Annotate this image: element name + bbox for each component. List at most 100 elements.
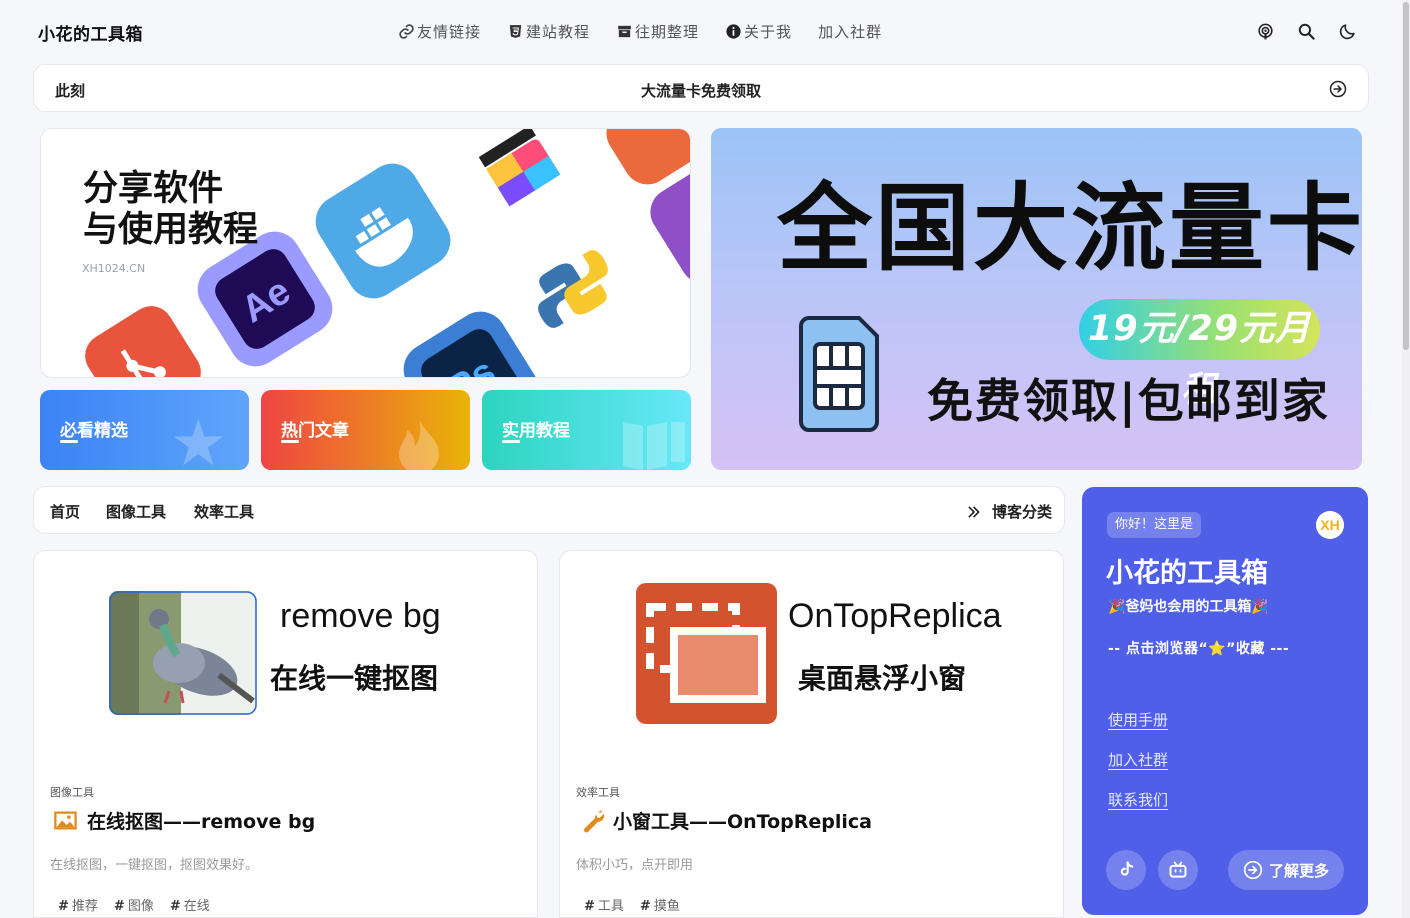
contact-link[interactable]: 联系我们 [1108, 789, 1168, 810]
post-card[interactable]: remove bg 在线一键抠图 图像工具 在线抠图——remove bg 在线… [33, 550, 538, 918]
book-icon [623, 422, 685, 470]
join-group-link[interactable]: 加入社群 [1108, 749, 1168, 770]
category-tabs: 首页 图像工具 效率工具 博客分类 [33, 486, 1065, 534]
wrench-icon [584, 810, 605, 833]
tag-link[interactable]: # 在线 [170, 895, 210, 914]
bilibili-button[interactable] [1158, 850, 1198, 890]
category-underline [60, 440, 78, 443]
nav-label: 建站教程 [526, 23, 591, 41]
nav-label: 往期整理 [635, 23, 700, 41]
manual-link[interactable]: 使用手册 [1108, 709, 1168, 730]
sidebar-title: 小花的工具箱 [1106, 558, 1268, 589]
picture-icon [54, 811, 77, 830]
category-hot-button[interactable]: 热门文章 [261, 390, 470, 470]
post-category[interactable]: 效率工具 [576, 784, 620, 800]
bookmark-hint: -- 点击浏览器“⭐”收藏 --- [1108, 641, 1290, 657]
nav-about[interactable]: 关于我 [725, 21, 792, 42]
tag-link[interactable]: # 图像 [114, 895, 154, 914]
post-tags: # 工具 # 摸鱼 [584, 895, 680, 914]
hero-title: 分享软件 与使用教程 [83, 169, 258, 251]
tag-hash: # [169, 899, 181, 914]
flame-icon [399, 418, 439, 470]
post-title-text: 小窗工具——OnTopReplica [613, 811, 872, 833]
blog-categories-label: 博客分类 [992, 503, 1053, 521]
post-title[interactable]: 在线抠图——remove bg [52, 807, 315, 834]
category-label: 热门文章 [281, 421, 349, 441]
tiktok-icon [1120, 861, 1134, 876]
logo-text: XH [1320, 517, 1339, 533]
sidebar-slogan: 🎉爸妈也会用的工具箱🎉 [1108, 599, 1269, 615]
category-underline [281, 440, 299, 443]
tag-label: 工具 [597, 899, 624, 914]
star-icon: ★ [169, 407, 227, 470]
tag-label: 在线 [183, 899, 210, 914]
banner-price: 19元/29元月租 [1079, 299, 1320, 410]
announcement-text[interactable]: 大流量卡免费领取 [34, 80, 1368, 101]
main-nav: 友情链接 建站教程 往期整理 关于我 加入社群 [398, 21, 882, 42]
category-tutorial-button[interactable]: 实用教程 [482, 390, 691, 470]
post-category[interactable]: 图像工具 [50, 784, 94, 800]
bilibili-icon [1169, 861, 1187, 878]
announcement-bar[interactable]: 此刻 大流量卡免费领取 [33, 64, 1369, 112]
nav-label: 关于我 [744, 23, 793, 41]
link-icon [399, 24, 414, 39]
tab-efficiency-tools[interactable]: 效率工具 [194, 501, 254, 522]
category-underline [502, 440, 520, 443]
search-icon[interactable] [1297, 22, 1316, 41]
learn-more-button[interactable]: 了解更多 [1228, 850, 1344, 890]
header-icons [1256, 22, 1357, 41]
learn-more-label: 了解更多 [1268, 861, 1329, 880]
tag-link[interactable]: # 推荐 [58, 895, 98, 914]
sim-card-icon [799, 316, 879, 432]
tag-label: 摸鱼 [653, 899, 680, 914]
hero-card[interactable]: 分享软件 与使用教程 XH1024.CN Ae [40, 128, 691, 378]
tag-hash: # [58, 899, 69, 914]
category-label: 实用教程 [502, 421, 570, 441]
scrollbar-thumb[interactable] [1403, 2, 1409, 350]
site-header: 小花的工具箱 友情链接 建站教程 往期整理 关于我 加入社群 [0, 0, 1410, 64]
category-featured-button[interactable]: 必看精选 ★ [40, 390, 249, 470]
tiktok-button[interactable] [1106, 850, 1146, 890]
double-chevron-right-icon [968, 506, 980, 517]
nav-site-tutorial[interactable]: 建站教程 [507, 21, 590, 42]
tab-image-tools[interactable]: 图像工具 [106, 501, 166, 522]
arrow-right-circle-icon[interactable] [1329, 80, 1347, 98]
site-title[interactable]: 小花的工具箱 [38, 20, 143, 45]
post-title-text: 在线抠图——remove bg [87, 811, 316, 833]
author-card: 你好！这里是 XH 小花的工具箱 🎉爸妈也会用的工具箱🎉 -- 点击浏览器“⭐”… [1082, 487, 1368, 915]
podcast-icon[interactable] [1256, 22, 1275, 41]
nav-join-group[interactable]: 加入社群 [818, 21, 882, 42]
nav-friend-links[interactable]: 友情链接 [398, 21, 481, 42]
thumbnail-subtitle: 在线一键抠图 [270, 662, 439, 695]
site-logo: XH [1316, 511, 1344, 539]
post-title[interactable]: 小窗工具——OnTopReplica [578, 807, 872, 834]
nav-archive[interactable]: 往期整理 [616, 21, 699, 42]
tag-hash: # [113, 899, 125, 914]
thumbnail-subtitle: 桌面悬浮小窗 [798, 662, 967, 695]
post-card[interactable]: OnTopReplica 桌面悬浮小窗 效率工具 小窗工具——OnTopRepl… [559, 550, 1064, 918]
post-description: 在线抠图，一键抠图，抠图效果好。 [50, 858, 259, 873]
thumbnail-title: OnTopReplica [788, 597, 1002, 635]
html5-icon [509, 25, 522, 38]
promo-banner[interactable]: 全国大流量卡 19元/29元月租 免费领取|包邮到家 [711, 128, 1362, 470]
greeting-badge: 你好！这里是 [1107, 512, 1202, 538]
hero-subtitle: XH1024.CN [82, 262, 146, 275]
ontopreplica-logo [636, 583, 777, 724]
archive-icon [618, 25, 631, 38]
hero-app-icons: Ae Ps [72, 129, 690, 377]
post-tags: # 推荐 # 图像 # 在线 [58, 895, 210, 914]
banner-subtitle: 免费领取|包邮到家 [927, 374, 1330, 428]
tag-hash: # [639, 899, 651, 914]
tag-link[interactable]: # 工具 [584, 895, 624, 914]
tag-link[interactable]: # 摸鱼 [640, 895, 680, 914]
info-icon [726, 24, 741, 39]
moon-icon[interactable] [1338, 22, 1357, 41]
arrow-right-circle-icon [1243, 860, 1263, 880]
banner-title: 全国大流量卡 [777, 174, 1362, 284]
hero-title-line: 分享软件 [83, 169, 224, 209]
pigeon-thumbnail [109, 591, 257, 715]
post-description: 体积小巧，点开即用 [576, 858, 694, 873]
blog-categories-link[interactable]: 博客分类 [966, 501, 1052, 522]
tab-home[interactable]: 首页 [50, 501, 80, 522]
nav-label: 加入社群 [818, 23, 883, 41]
